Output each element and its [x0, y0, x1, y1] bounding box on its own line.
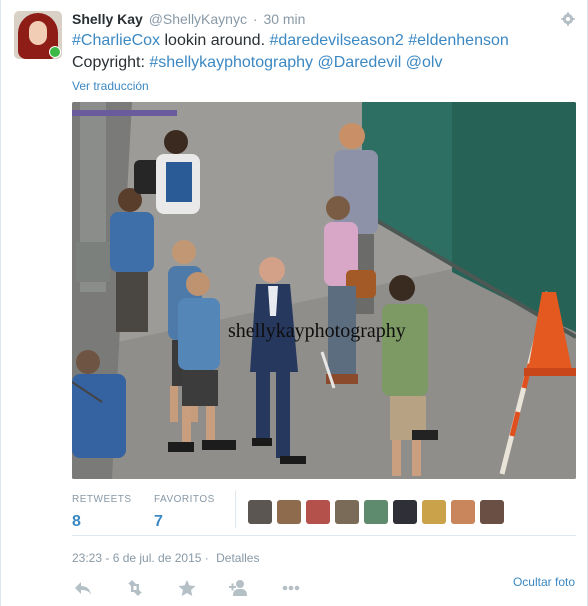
favoriter-avatar[interactable] — [422, 500, 446, 524]
favoriter-avatar[interactable] — [364, 500, 388, 524]
retweets-label: RETWEETS — [72, 494, 132, 505]
hashtag-link[interactable]: #daredevilseason2 — [269, 32, 403, 49]
avatar[interactable] — [14, 11, 62, 59]
header-separator: · — [252, 11, 258, 27]
online-badge — [49, 46, 61, 58]
tweet-meta: 23:23 - 6 de jul. de 2015 · Detalles — [72, 551, 259, 565]
photo-image — [72, 102, 576, 479]
star-icon[interactable] — [176, 578, 198, 598]
gear-icon[interactable] — [561, 12, 575, 26]
tweet-time[interactable]: 30 min — [263, 11, 305, 27]
hashtag-link[interactable]: #shellykayphotography — [149, 54, 313, 71]
hashtag-link[interactable]: #eldenhenson — [408, 32, 509, 49]
meta-separator: · — [204, 551, 209, 565]
favoriter-avatar[interactable] — [451, 500, 475, 524]
add-user-icon[interactable] — [228, 578, 250, 598]
mention-link[interactable]: @olv — [406, 54, 443, 71]
tweet-header: Shelly Kay @ShellyKaynyc · 30 min — [72, 11, 305, 27]
tweet-actions — [72, 578, 576, 598]
translate-link[interactable]: Ver traducción — [72, 79, 149, 93]
more-dots-icon[interactable] — [280, 578, 302, 598]
tweet-photo[interactable]: shellykayphotography — [72, 102, 576, 479]
favoriter-avatar[interactable] — [248, 500, 272, 524]
mention-link[interactable]: @Daredevil — [318, 54, 402, 71]
favoriter-avatar[interactable] — [306, 500, 330, 524]
tweet-text: #CharlieCox lookin around. #daredevilsea… — [72, 30, 577, 74]
favorites-stat[interactable]: FAVORITOS 7 — [154, 494, 215, 531]
stats-divider — [235, 490, 236, 528]
favorites-count: 7 — [154, 513, 163, 530]
tweet-text-segment: Copyright: — [72, 54, 150, 71]
retweets-stat[interactable]: RETWEETS 8 — [72, 494, 132, 531]
photo-watermark: shellykayphotography — [228, 320, 406, 342]
reply-icon[interactable] — [72, 578, 94, 598]
favoriter-avatar[interactable] — [335, 500, 359, 524]
favoriter-avatar[interactable] — [393, 500, 417, 524]
details-link[interactable]: Detalles — [216, 551, 259, 565]
tweet-card: Shelly Kay @ShellyKaynyc · 30 min #Charl… — [0, 0, 588, 606]
tweet-text-segment: lookin around. — [160, 32, 270, 49]
retweet-icon[interactable] — [124, 578, 146, 598]
hide-photo-link[interactable]: Ocultar foto — [513, 575, 575, 589]
retweets-count: 8 — [72, 513, 81, 530]
favorites-label: FAVORITOS — [154, 494, 215, 505]
tweet-timestamp[interactable]: 23:23 - 6 de jul. de 2015 — [72, 551, 201, 565]
author-fullname[interactable]: Shelly Kay — [72, 11, 143, 27]
hashtag-link[interactable]: #CharlieCox — [72, 32, 160, 49]
tweet-stats: RETWEETS 8 FAVORITOS 7 — [72, 488, 576, 536]
author-username[interactable]: @ShellyKaynyc — [149, 11, 247, 27]
favoriter-avatar[interactable] — [277, 500, 301, 524]
favoriter-avatar[interactable] — [480, 500, 504, 524]
